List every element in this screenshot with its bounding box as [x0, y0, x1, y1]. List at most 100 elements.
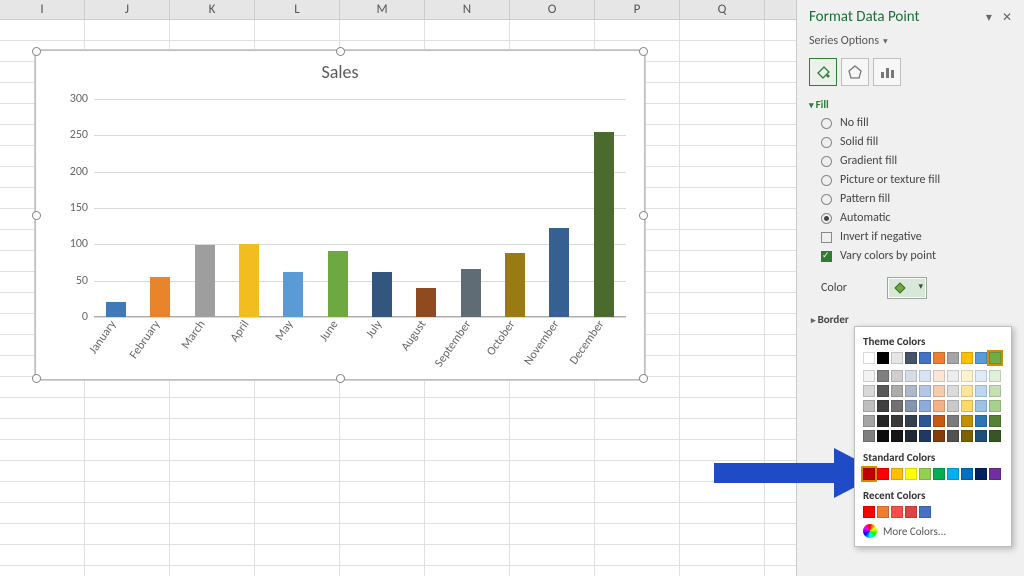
color-swatch[interactable] — [975, 468, 987, 480]
color-swatch[interactable] — [961, 385, 973, 397]
color-swatch[interactable] — [947, 352, 959, 364]
bar-column[interactable]: July — [360, 99, 404, 317]
color-swatch[interactable] — [975, 370, 987, 382]
color-swatch[interactable] — [919, 430, 931, 442]
color-swatch[interactable] — [891, 415, 903, 427]
data-bar[interactable] — [283, 272, 303, 317]
automatic-radio[interactable]: Automatic — [821, 211, 1012, 225]
color-swatch[interactable] — [947, 400, 959, 412]
data-bar[interactable] — [328, 251, 348, 317]
column-header[interactable]: Q — [680, 0, 765, 19]
column-header[interactable]: J — [85, 0, 170, 19]
color-swatch[interactable] — [877, 468, 889, 480]
color-swatch[interactable] — [933, 370, 945, 382]
color-swatch[interactable] — [877, 352, 889, 364]
color-swatch[interactable] — [905, 430, 917, 442]
color-swatch[interactable] — [905, 385, 917, 397]
data-bar[interactable] — [461, 269, 481, 317]
color-swatch[interactable] — [919, 468, 931, 480]
chart-resize-handle[interactable] — [32, 47, 41, 56]
color-swatch[interactable] — [891, 400, 903, 412]
pattern-fill-radio[interactable]: Pattern fill — [821, 192, 1012, 206]
color-swatch[interactable] — [947, 430, 959, 442]
color-swatch[interactable] — [989, 415, 1001, 427]
series-options-tab[interactable] — [873, 58, 901, 86]
color-swatch[interactable] — [933, 385, 945, 397]
picture-fill-radio[interactable]: Picture or texture fill — [821, 173, 1012, 187]
color-swatch[interactable] — [947, 370, 959, 382]
color-swatch[interactable] — [905, 468, 917, 480]
data-bar[interactable] — [594, 132, 614, 317]
chart-resize-handle[interactable] — [639, 374, 648, 383]
color-swatch[interactable] — [919, 415, 931, 427]
color-swatch[interactable] — [905, 400, 917, 412]
color-swatch[interactable] — [919, 385, 931, 397]
fill-section-header[interactable]: Fill — [809, 98, 1012, 111]
chart-resize-handle[interactable] — [32, 211, 41, 220]
color-swatch[interactable] — [933, 400, 945, 412]
color-swatch[interactable] — [989, 385, 1001, 397]
color-swatch[interactable] — [947, 468, 959, 480]
color-swatch[interactable] — [989, 430, 1001, 442]
color-swatch[interactable] — [961, 430, 973, 442]
color-swatch[interactable] — [863, 370, 875, 382]
color-swatch[interactable] — [863, 430, 875, 442]
color-swatch[interactable] — [891, 506, 903, 518]
color-swatch[interactable] — [919, 400, 931, 412]
color-swatch[interactable] — [989, 370, 1001, 382]
color-swatch[interactable] — [905, 352, 917, 364]
bar-column[interactable]: September — [449, 99, 493, 317]
bar-column[interactable]: March — [183, 99, 227, 317]
color-swatch[interactable] — [905, 415, 917, 427]
data-bar[interactable] — [106, 302, 126, 317]
color-swatch[interactable] — [877, 370, 889, 382]
color-swatch[interactable] — [919, 370, 931, 382]
color-swatch[interactable] — [877, 506, 889, 518]
color-swatch[interactable] — [891, 370, 903, 382]
data-bar[interactable] — [505, 253, 525, 317]
data-bar[interactable] — [150, 277, 170, 317]
color-swatch[interactable] — [891, 468, 903, 480]
fill-color-button[interactable] — [887, 277, 927, 299]
data-bar[interactable] — [372, 272, 392, 317]
color-swatch[interactable] — [863, 506, 875, 518]
color-swatch[interactable] — [933, 352, 945, 364]
bar-column[interactable]: June — [316, 99, 360, 317]
color-swatch[interactable] — [961, 415, 973, 427]
vary-colors-check[interactable]: Vary colors by point — [821, 249, 1012, 263]
color-swatch[interactable] — [891, 352, 903, 364]
color-swatch[interactable] — [933, 415, 945, 427]
color-swatch[interactable] — [947, 415, 959, 427]
column-header[interactable]: N — [425, 0, 510, 19]
border-section-header[interactable]: Border — [811, 313, 1012, 326]
fill-and-line-tab[interactable] — [809, 58, 837, 86]
color-swatch[interactable] — [863, 385, 875, 397]
column-header[interactable]: I — [0, 0, 85, 19]
color-swatch[interactable] — [975, 385, 987, 397]
more-colors-button[interactable]: More Colors... — [863, 524, 1003, 538]
color-swatch[interactable] — [863, 415, 875, 427]
data-bar[interactable] — [416, 288, 436, 317]
color-swatch[interactable] — [961, 352, 973, 364]
color-swatch[interactable] — [933, 468, 945, 480]
color-swatch[interactable] — [989, 400, 1001, 412]
chart-resize-handle[interactable] — [639, 47, 648, 56]
color-swatch[interactable] — [905, 370, 917, 382]
column-header[interactable]: L — [255, 0, 340, 19]
color-swatch[interactable] — [919, 506, 931, 518]
color-swatch[interactable] — [877, 400, 889, 412]
chart-resize-handle[interactable] — [32, 374, 41, 383]
color-swatch[interactable] — [877, 385, 889, 397]
close-icon[interactable]: ✕ — [1002, 10, 1012, 25]
bar-column[interactable]: February — [138, 99, 182, 317]
color-swatch[interactable] — [891, 385, 903, 397]
color-swatch[interactable] — [947, 385, 959, 397]
bar-column[interactable]: October — [493, 99, 537, 317]
gradient-fill-radio[interactable]: Gradient fill — [821, 154, 1012, 168]
solid-fill-radio[interactable]: Solid fill — [821, 135, 1012, 149]
data-bar[interactable] — [195, 245, 215, 317]
embedded-chart[interactable]: Sales JanuaryFebruaryMarchAprilMayJuneJu… — [35, 50, 645, 380]
column-header[interactable]: M — [340, 0, 425, 19]
bar-column[interactable]: April — [227, 99, 271, 317]
color-swatch[interactable] — [919, 352, 931, 364]
